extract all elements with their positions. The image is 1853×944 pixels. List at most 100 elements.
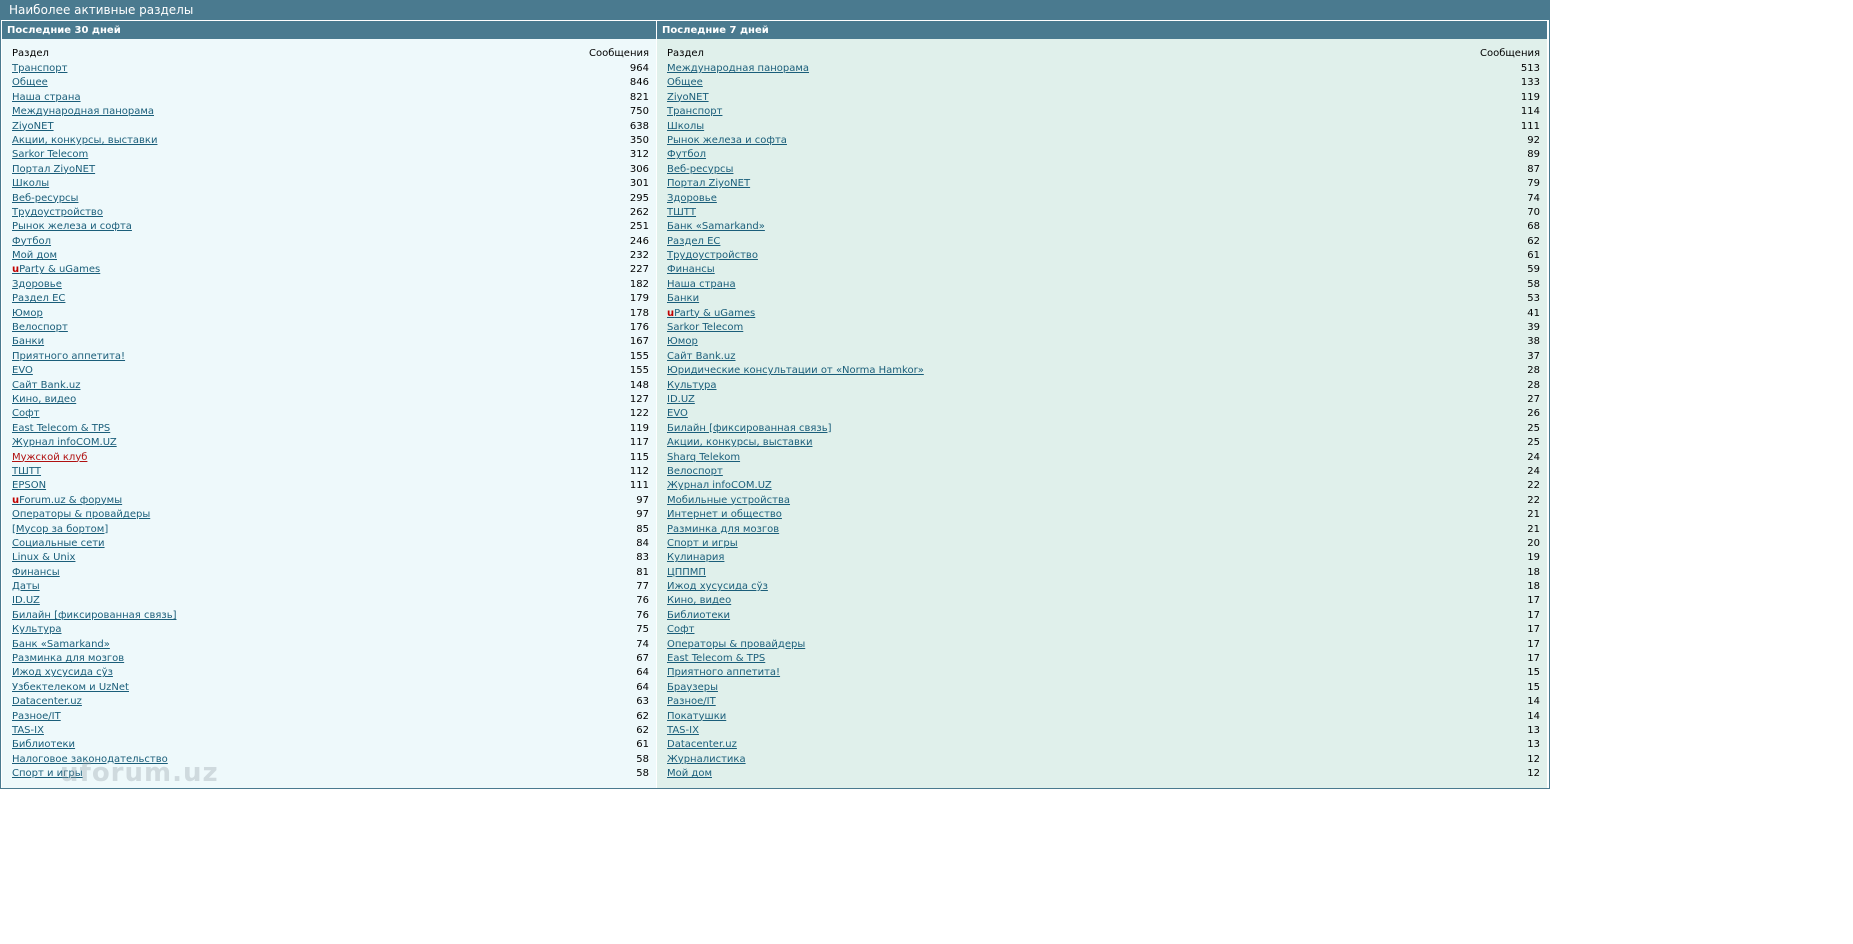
section-link[interactable]: ZiyoNET	[12, 120, 54, 134]
section-link[interactable]: Трудоустройство	[12, 206, 103, 220]
section-link[interactable]: Международная панорама	[667, 62, 809, 76]
section-link[interactable]: Спорт и игры	[667, 537, 738, 551]
section-link[interactable]: Международная панорама	[12, 105, 154, 119]
section-link[interactable]: Футбол	[12, 235, 51, 249]
section-link[interactable]: Datacenter.uz	[12, 695, 82, 709]
section-link[interactable]: Журналистика	[667, 753, 746, 767]
section-link[interactable]: Раздел ЕС	[667, 235, 720, 249]
section-link[interactable]: Операторы & провайдеры	[667, 638, 805, 652]
section-link[interactable]: Браузеры	[667, 681, 718, 695]
section-link[interactable]: Разное/IT	[12, 710, 61, 724]
section-link[interactable]: Приятного аппетита!	[667, 666, 780, 680]
section-link[interactable]: Разминка для мозгов	[12, 652, 124, 666]
section-link[interactable]: Разное/IT	[667, 695, 716, 709]
section-link[interactable]: Мобильные устройства	[667, 494, 790, 508]
section-link[interactable]: ЦППМП	[667, 566, 706, 580]
section-link[interactable]: Софт	[667, 623, 694, 637]
section-link[interactable]: Sarkor Telecom	[667, 321, 743, 335]
section-link[interactable]: Веб-ресурсы	[12, 192, 78, 206]
section-link[interactable]: Велоспорт	[667, 465, 723, 479]
section-link[interactable]: TAS-IX	[667, 724, 699, 738]
section-link[interactable]: Наша страна	[12, 91, 81, 105]
section-link[interactable]: Linux & Unix	[12, 551, 75, 565]
section-link[interactable]: Банк «Samarkand»	[12, 638, 110, 652]
section-link[interactable]: TAS-IX	[12, 724, 44, 738]
section-link[interactable]: ТШТТ	[12, 465, 41, 479]
section-link[interactable]: uParty & uGames	[667, 307, 755, 321]
section-link[interactable]: Социальные сети	[12, 537, 105, 551]
section-link[interactable]: [Мусор за бортом]	[12, 523, 108, 537]
section-link[interactable]: Банки	[12, 335, 44, 349]
section-link[interactable]: Операторы & провайдеры	[12, 508, 150, 522]
section-link[interactable]: Кулинария	[667, 551, 724, 565]
section-link[interactable]: Культура	[667, 379, 717, 393]
section-link[interactable]: Мужской клуб	[12, 451, 87, 465]
section-link[interactable]: ТШТТ	[667, 206, 696, 220]
section-link[interactable]: Рынок железа и софта	[667, 134, 787, 148]
section-link[interactable]: Datacenter.uz	[667, 738, 737, 752]
section-link[interactable]: Билайн [фиксированная связь]	[667, 422, 832, 436]
section-link[interactable]: Сайт Bank.uz	[12, 379, 81, 393]
section-link[interactable]: ID.UZ	[667, 393, 695, 407]
section-link[interactable]: Кино, видео	[12, 393, 76, 407]
section-link[interactable]: ID.UZ	[12, 594, 40, 608]
section-link[interactable]: Кино, видео	[667, 594, 731, 608]
section-link[interactable]: Портал ZiyoNET	[12, 163, 95, 177]
message-count: 18	[1527, 581, 1540, 593]
section-link[interactable]: Даты	[12, 580, 40, 594]
section-link[interactable]: Финансы	[12, 566, 60, 580]
section-link[interactable]: EVO	[12, 364, 33, 378]
section-link[interactable]: Сайт Bank.uz	[667, 350, 736, 364]
section-link[interactable]: Разминка для мозгов	[667, 523, 779, 537]
section-link[interactable]: Приятного аппетита!	[12, 350, 125, 364]
section-link[interactable]: Веб-ресурсы	[667, 163, 733, 177]
section-link[interactable]: Здоровье	[667, 192, 717, 206]
section-link[interactable]: Sarkor Telecom	[12, 148, 88, 162]
section-link[interactable]: Раздел ЕС	[12, 292, 65, 306]
section-link[interactable]: Юмор	[12, 307, 43, 321]
section-link[interactable]: Ижод хусусида сўз	[12, 666, 113, 680]
section-link[interactable]: Портал ZiyoNET	[667, 177, 750, 191]
section-link[interactable]: EVO	[667, 407, 688, 421]
section-link[interactable]: EPSON	[12, 479, 46, 493]
section-link[interactable]: Культура	[12, 623, 62, 637]
section-link[interactable]: Журнал infoCOM.UZ	[12, 436, 117, 450]
section-link[interactable]: Акции, конкурсы, выставки	[12, 134, 157, 148]
section-link[interactable]: Юмор	[667, 335, 698, 349]
section-link[interactable]: Транспорт	[667, 105, 722, 119]
section-link[interactable]: Мой дом	[667, 767, 712, 781]
section-link[interactable]: East Telecom & TPS	[667, 652, 765, 666]
section-link[interactable]: Финансы	[667, 263, 715, 277]
section-link[interactable]: Банки	[667, 292, 699, 306]
section-link[interactable]: Футбол	[667, 148, 706, 162]
section-link[interactable]: East Telecom & TPS	[12, 422, 110, 436]
section-link[interactable]: Общее	[12, 76, 48, 90]
section-link[interactable]: uParty & uGames	[12, 263, 100, 277]
section-link[interactable]: Мой дом	[12, 249, 57, 263]
section-link[interactable]: Общее	[667, 76, 703, 90]
section-link[interactable]: Библиотеки	[12, 738, 75, 752]
section-link[interactable]: Билайн [фиксированная связь]	[12, 609, 177, 623]
section-link[interactable]: Транспорт	[12, 62, 67, 76]
section-link[interactable]: Ижод хусусида сўз	[667, 580, 768, 594]
section-link[interactable]: Банк «Samarkand»	[667, 220, 765, 234]
section-link[interactable]: Журнал infoCOM.UZ	[667, 479, 772, 493]
section-link[interactable]: Здоровье	[12, 278, 62, 292]
section-link[interactable]: Покатушки	[667, 710, 726, 724]
section-link[interactable]: uForum.uz & форумы	[12, 494, 122, 508]
section-link[interactable]: Sharq Telekom	[667, 451, 740, 465]
section-link[interactable]: Софт	[12, 407, 39, 421]
section-link[interactable]: Школы	[12, 177, 49, 191]
section-link[interactable]: Юридические консультации от «Norma Hamko…	[667, 364, 924, 378]
section-link[interactable]: Рынок железа и софта	[12, 220, 132, 234]
section-link[interactable]: Акции, конкурсы, выставки	[667, 436, 812, 450]
section-link[interactable]: Узбектелеком и UzNet	[12, 681, 129, 695]
section-link[interactable]: Велоспорт	[12, 321, 68, 335]
section-link-label: Здоровье	[12, 278, 62, 290]
section-link[interactable]: ZiyoNET	[667, 91, 709, 105]
section-link[interactable]: Библиотеки	[667, 609, 730, 623]
section-link[interactable]: Трудоустройство	[667, 249, 758, 263]
section-link[interactable]: Школы	[667, 120, 704, 134]
section-link[interactable]: Наша страна	[667, 278, 736, 292]
section-link[interactable]: Интернет и общество	[667, 508, 782, 522]
